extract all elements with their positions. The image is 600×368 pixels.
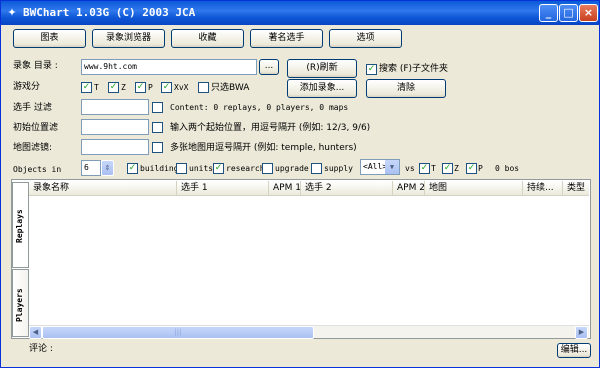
vs-t-checkbox[interactable]: ✓ [419, 163, 430, 174]
bwa-only-checkbox[interactable] [198, 82, 209, 93]
player-filter-checkbox[interactable] [152, 102, 163, 113]
maximize-button[interactable]: □ [559, 4, 578, 22]
comment-label: 评论 : [29, 344, 53, 354]
map-filter-label: 地图滤镜: [13, 143, 53, 153]
title-bar: ✦ BWChart 1.03G (C) 2003 JCA _ □ × [1, 1, 599, 25]
col-type[interactable]: 类型 [563, 181, 589, 196]
upgrade-checkbox[interactable] [262, 163, 273, 174]
units-label: units [189, 164, 214, 173]
race-t-checkbox[interactable]: ✓ [81, 82, 92, 93]
gamemode-label: 游戏分 [13, 82, 41, 92]
chart-app-icon: ✦ [7, 6, 17, 19]
horizontal-scrollbar[interactable]: ◀ ||| ▶ [29, 325, 589, 339]
tab-replays-label: Replays [15, 209, 24, 243]
clear-button[interactable]: 清除 [366, 79, 446, 98]
research-label: research [226, 164, 265, 173]
bwa-only-label: 只选BWA [211, 83, 250, 93]
tab-players[interactable]: Players [12, 269, 29, 337]
main-window: ✦ BWChart 1.03G (C) 2003 JCA _ □ × 图表 录象… [0, 0, 600, 368]
start-filter-label: 初始位置滤 [13, 123, 59, 133]
edit-button[interactable]: 编辑... [557, 343, 591, 358]
content-info: Content: 0 replays, 0 players, 0 maps [170, 103, 349, 112]
vs-z-checkbox[interactable]: ✓ [442, 163, 453, 174]
xvx-checkbox[interactable]: ✓ [161, 82, 172, 93]
add-replay-button[interactable]: 添加录象... [287, 79, 357, 98]
objects-count-input[interactable]: 6 [81, 160, 101, 176]
col-player1[interactable]: 选手 1 [177, 181, 269, 196]
vs-t-label: T [431, 164, 436, 173]
xvx-label: XvX [174, 83, 189, 92]
replay-dir-label: 录象 目录 : [13, 61, 58, 71]
units-checkbox[interactable] [176, 163, 187, 174]
col-apm2[interactable]: APM 2 [393, 181, 425, 196]
favorites-button[interactable]: 收藏 [171, 29, 244, 48]
start-filter-checkbox[interactable] [152, 122, 163, 133]
map-filter-hint: 多张地图用逗号隔开 (例如: temple, hunters) [170, 143, 357, 153]
col-map[interactable]: 地图 [425, 181, 523, 196]
matchup-select[interactable]: <All> ▼ [360, 159, 400, 175]
search-subfolders-label: 搜索 (F)子文件夹 [379, 64, 449, 74]
vs-p-checkbox[interactable]: ✓ [466, 163, 477, 174]
replay-list-frame [11, 179, 591, 339]
supply-checkbox[interactable] [311, 163, 322, 174]
race-p-label: P [148, 83, 153, 92]
player-filter-input[interactable] [81, 99, 149, 115]
scroll-left-icon[interactable]: ◀ [29, 326, 42, 339]
supply-label: supply [324, 164, 353, 173]
famous-players-button[interactable]: 著名选手 [250, 29, 323, 48]
chevron-down-icon[interactable]: ▼ [385, 160, 399, 174]
window-title: BWChart 1.03G (C) 2003 JCA [23, 6, 196, 19]
building-label: building [140, 164, 179, 173]
close-button[interactable]: × [579, 4, 598, 22]
tab-replays[interactable]: Replays [12, 182, 29, 268]
matchup-select-value: <All> [363, 162, 388, 171]
player-filter-label: 选手 过滤 [13, 103, 52, 113]
col-replay-name[interactable]: 录象名称 [29, 181, 177, 196]
col-apm1[interactable]: APM 1 [269, 181, 301, 196]
tab-players-label: Players [15, 288, 24, 322]
scroll-right-icon[interactable]: ▶ [575, 326, 588, 339]
search-subfolders-checkbox[interactable]: ✓ [366, 64, 377, 75]
race-p-checkbox[interactable]: ✓ [135, 82, 146, 93]
vs-z-label: Z [454, 164, 459, 173]
building-checkbox[interactable]: ✓ [127, 163, 138, 174]
browse-button[interactable]: ... [259, 59, 279, 75]
refresh-button[interactable]: (R)刷新 [287, 59, 357, 78]
race-z-label: Z [121, 83, 126, 92]
col-duration[interactable]: 持续... [523, 181, 563, 196]
bos-count: 0 bos [495, 164, 520, 173]
scroll-thumb[interactable]: ||| [42, 326, 314, 339]
upgrade-label: upgrade [275, 164, 309, 173]
col-player2[interactable]: 选手 2 [301, 181, 393, 196]
objects-spinner[interactable]: ⇕ [101, 160, 114, 176]
start-filter-hint: 输入两个起始位置，用逗号隔开 (例如: 12/3, 9/6) [170, 123, 371, 133]
map-filter-input[interactable] [81, 139, 149, 155]
charts-button[interactable]: 图表 [13, 29, 86, 48]
start-filter-input[interactable] [81, 119, 149, 135]
replay-dir-input[interactable]: www.9ht.com [81, 59, 257, 75]
options-button[interactable]: 选项 [329, 29, 402, 48]
vs-p-label: P [478, 164, 483, 173]
replay-table-header: 录象名称 选手 1 APM 1 选手 2 APM 2 地图 持续... 类型 [29, 181, 589, 196]
race-t-label: T [94, 83, 99, 92]
replay-browser-button[interactable]: 录象浏览器 [92, 29, 165, 48]
race-z-checkbox[interactable]: ✓ [108, 82, 119, 93]
objects-label: Objects in [13, 165, 62, 174]
vs-label: vs [405, 164, 415, 173]
map-filter-checkbox[interactable] [152, 142, 163, 153]
research-checkbox[interactable]: ✓ [213, 163, 224, 174]
minimize-button[interactable]: _ [539, 4, 558, 22]
